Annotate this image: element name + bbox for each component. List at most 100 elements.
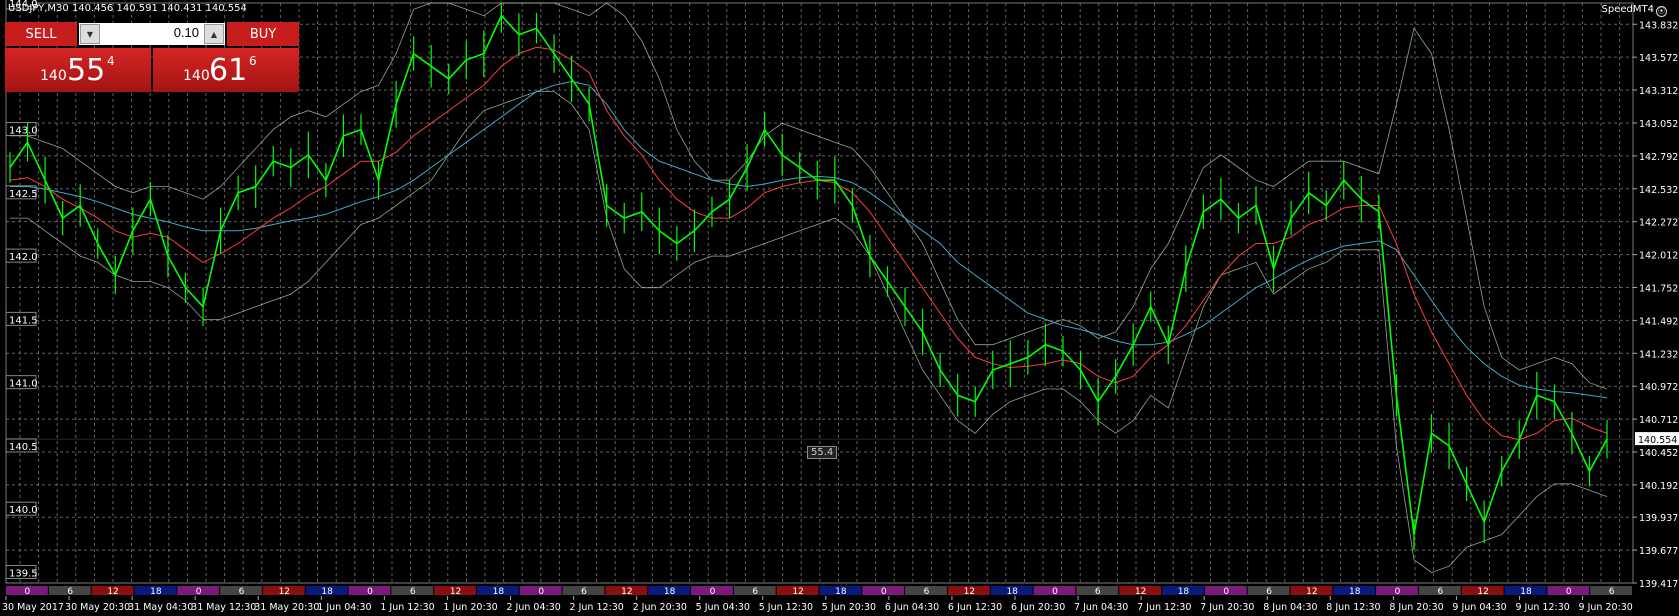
x-axis-tick-label: 30 May 20:30 bbox=[65, 602, 130, 613]
right-axis-tick-label: 140.192 bbox=[1639, 481, 1678, 492]
buy-price-button[interactable]: 140 61 6 bbox=[153, 48, 299, 92]
slow-ma-series bbox=[10, 80, 1608, 399]
x-axis-tick-label: 5 Jun 20:30 bbox=[822, 602, 876, 613]
sell-price-button[interactable]: 140 55 4 bbox=[5, 48, 151, 92]
x-axis-tick-label: 31 May 12:30 bbox=[191, 602, 256, 613]
x-axis-tick-label: 6 Jun 04:30 bbox=[885, 602, 939, 613]
symbol-info: USDJPY,M30 140.456 140.591 140.431 140.5… bbox=[8, 3, 247, 14]
right-axis-tick-label: 142.792 bbox=[1639, 152, 1678, 163]
x-axis-tick-label: 1 Jun 20:30 bbox=[443, 602, 497, 613]
session-bar-label: 0 bbox=[1223, 587, 1229, 597]
session-bar-label: 18 bbox=[664, 587, 676, 597]
sell-price-big: 55 bbox=[67, 53, 106, 88]
left-axis-tick-label: 141.0 bbox=[9, 379, 38, 390]
session-bar-label: 12 bbox=[792, 587, 803, 597]
session-bar-label: 0 bbox=[367, 587, 373, 597]
session-bar-label: 18 bbox=[1349, 587, 1361, 597]
sell-price-pip: 4 bbox=[107, 54, 115, 68]
session-bar-label: 0 bbox=[196, 587, 202, 597]
session-bar-label: 18 bbox=[493, 587, 505, 597]
session-bar-label: 18 bbox=[835, 587, 847, 597]
left-axis-tick-label: 142.5 bbox=[9, 189, 38, 200]
one-click-trade-panel: SELL ▼ ▲ BUY 140 55 4 140 61 6 bbox=[5, 22, 299, 92]
left-axis-tick-label: 140.5 bbox=[9, 442, 38, 453]
right-axis-tick-label: 143.312 bbox=[1639, 86, 1678, 97]
sell-button[interactable]: SELL bbox=[5, 22, 77, 46]
x-axis-tick-label: 2 Jun 20:30 bbox=[633, 602, 687, 613]
price-chart[interactable]: 143.832 143.572 143.312 143.052 142.792 142.5… bbox=[0, 0, 1679, 616]
session-bar-label: 6 bbox=[1609, 587, 1615, 597]
session-bar-label: 12 bbox=[279, 587, 290, 597]
session-bar-label: 0 bbox=[1395, 587, 1401, 597]
session-bar-label: 0 bbox=[1566, 587, 1572, 597]
x-axis-tick-label: 7 Jun 04:30 bbox=[1074, 602, 1128, 613]
x-axis-tick-label: 8 Jun 04:30 bbox=[1263, 602, 1317, 613]
x-axis-tick-label: 5 Jun 12:30 bbox=[759, 602, 813, 613]
right-axis-tick-label: 139.937 bbox=[1639, 513, 1678, 524]
x-axis-tick-label: 9 Jun 12:30 bbox=[1515, 602, 1569, 613]
lot-size-box: ▼ ▲ bbox=[79, 23, 225, 45]
x-axis-tick-label: 2 Jun 12:30 bbox=[570, 602, 624, 613]
x-axis-tick-label: 8 Jun 12:30 bbox=[1326, 602, 1380, 613]
session-bar-label: 18 bbox=[1006, 587, 1018, 597]
x-axis-tick-label: 31 May 20:30 bbox=[254, 602, 319, 613]
session-bar-label: 18 bbox=[321, 587, 333, 597]
x-axis-tick-label: 1 Jun 12:30 bbox=[380, 602, 434, 613]
x-axis-tick-label: 30 May 2017 bbox=[2, 602, 64, 613]
session-bar-label: 0 bbox=[881, 587, 887, 597]
session-bar-label: 6 bbox=[1437, 587, 1443, 597]
x-axis-tick-label: 1 Jun 04:30 bbox=[317, 602, 371, 613]
buy-button[interactable]: BUY bbox=[227, 22, 299, 46]
right-axis-tick-label: 140.452 bbox=[1639, 448, 1678, 459]
session-bar-label: 0 bbox=[538, 587, 544, 597]
left-axis-tick-label: 139.5 bbox=[9, 568, 38, 579]
x-axis-tick-label: 9 Jun 04:30 bbox=[1452, 602, 1506, 613]
session-bar-label: 6 bbox=[581, 587, 587, 597]
right-axis-tick-label: 140.712 bbox=[1639, 415, 1678, 426]
x-axis-tick-label: 7 Jun 12:30 bbox=[1137, 602, 1191, 613]
right-axis-tick-label: 143.572 bbox=[1639, 53, 1678, 64]
session-bar-label: 0 bbox=[25, 587, 31, 597]
right-axis-tick-label: 139.677 bbox=[1639, 546, 1678, 557]
session-bar-label: 12 bbox=[1477, 587, 1488, 597]
x-axis-tick-label: 9 Jun 20:30 bbox=[1579, 602, 1633, 613]
session-bar-label: 18 bbox=[1178, 587, 1190, 597]
session-bar-label: 6 bbox=[752, 587, 758, 597]
x-axis-tick-label: 5 Jun 04:30 bbox=[696, 602, 750, 613]
session-bar-label: 0 bbox=[710, 587, 716, 597]
current-price-label: 140.554 bbox=[1638, 435, 1677, 446]
x-axis-tick-label: 7 Jun 20:30 bbox=[1200, 602, 1254, 613]
buy-price-prefix: 140 bbox=[183, 68, 210, 84]
speedmt4-label: SpeedMT4 ⦿ bbox=[1602, 4, 1667, 17]
lot-decrease-icon[interactable]: ▼ bbox=[80, 24, 100, 44]
session-bar-label: 12 bbox=[964, 587, 975, 597]
right-axis-tick-label: 141.752 bbox=[1639, 283, 1678, 294]
x-axis-tick-label: 6 Jun 12:30 bbox=[948, 602, 1002, 613]
session-bar-label: 6 bbox=[67, 587, 73, 597]
session-bar-label: 6 bbox=[924, 587, 930, 597]
speedmt4-text: SpeedMT4 bbox=[1601, 4, 1654, 15]
speedmt4-icon[interactable]: ⦿ bbox=[1656, 6, 1667, 17]
x-axis-tick-label: 31 May 04:30 bbox=[128, 602, 193, 613]
lot-increase-icon[interactable]: ▲ bbox=[204, 24, 224, 44]
session-bar-label: 12 bbox=[107, 587, 118, 597]
x-axis-tick-label: 6 Jun 20:30 bbox=[1011, 602, 1065, 613]
left-axis-tick-label: 143.0 bbox=[9, 126, 38, 137]
lot-size-input[interactable] bbox=[117, 24, 201, 41]
session-bar-label: 12 bbox=[450, 587, 461, 597]
sell-price-prefix: 140 bbox=[40, 68, 67, 84]
right-axis-tick-label: 142.272 bbox=[1639, 218, 1678, 229]
session-bar-label: 6 bbox=[1095, 587, 1101, 597]
right-axis-tick-label: 140.972 bbox=[1639, 382, 1678, 393]
lower-band-series bbox=[10, 91, 1608, 573]
session-bar-label: 18 bbox=[150, 587, 162, 597]
session-bar-label: 12 bbox=[1306, 587, 1317, 597]
x-axis-tick-label: 8 Jun 20:30 bbox=[1389, 602, 1443, 613]
right-axis-tick-label: 142.012 bbox=[1639, 251, 1678, 262]
right-axis-tick-label: 141.492 bbox=[1639, 316, 1678, 327]
session-bar-label: 6 bbox=[410, 587, 416, 597]
session-bar-label: 0 bbox=[1052, 587, 1058, 597]
buy-price-pip: 6 bbox=[249, 54, 257, 68]
session-bar-label: 12 bbox=[621, 587, 632, 597]
left-axis-tick-label: 140.0 bbox=[9, 505, 38, 516]
